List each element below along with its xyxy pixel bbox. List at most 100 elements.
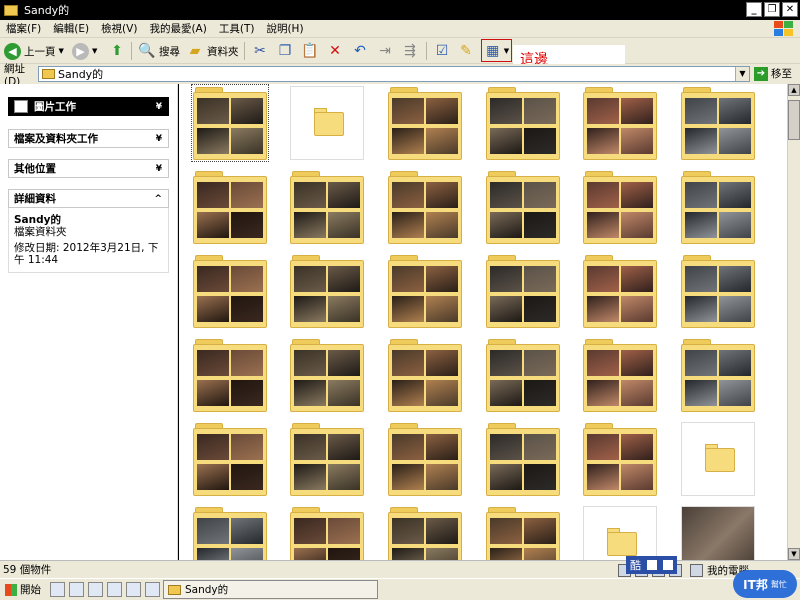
folder-thumbnail[interactable] — [193, 338, 267, 412]
delete-button[interactable]: ✕ — [326, 41, 344, 61]
item-count: 59 個物件 — [3, 564, 52, 576]
folder-thumbnail[interactable] — [290, 170, 364, 244]
copy-button[interactable]: ❐ — [276, 41, 294, 61]
properties-icon: ☑ — [435, 43, 449, 59]
details-header[interactable]: 詳細資料 ^ — [8, 189, 169, 208]
properties-button[interactable]: ☑ — [433, 41, 451, 61]
quicklaunch-app-icon[interactable] — [50, 582, 65, 597]
copy-to-button[interactable]: ⇶ — [401, 41, 419, 61]
menu-file[interactable]: 檔案(F) — [0, 21, 47, 36]
scroll-down-icon[interactable]: ▼ — [788, 548, 800, 560]
folder-thumbnail[interactable] — [388, 506, 462, 560]
menu-favorites[interactable]: 我的最愛(A) — [143, 21, 212, 36]
folder-thumbnail[interactable] — [290, 86, 364, 160]
menu-tools[interactable]: 工具(T) — [213, 21, 261, 36]
move-to-button[interactable]: ⇥ — [376, 41, 394, 61]
folder-thumbnail[interactable] — [583, 506, 657, 560]
ime-toolbar[interactable]: 酷 — [626, 556, 677, 574]
folder-thumbnail[interactable] — [290, 254, 364, 328]
folder-thumbnail[interactable] — [681, 86, 755, 160]
folder-thumbnail[interactable] — [193, 170, 267, 244]
photo-preview-image — [524, 518, 556, 544]
address-input[interactable]: Sandy的 ▼ — [38, 66, 750, 82]
minimize-button[interactable]: _ — [746, 2, 762, 17]
back-button[interactable]: ◀ 上一頁 ▼ — [4, 41, 64, 61]
taskbar-item-sandy[interactable]: Sandy的 — [163, 580, 378, 599]
folder-thumbnail[interactable] — [388, 338, 462, 412]
other-places-title: 其他位置 — [14, 163, 56, 175]
photo-preview-image — [197, 182, 229, 208]
window-title: Sandy的 — [24, 4, 70, 17]
photo-preview-image — [490, 296, 522, 322]
photo-preview-image — [621, 350, 653, 376]
folder-thumbnail[interactable] — [681, 506, 755, 560]
photo-preview-image — [490, 548, 522, 560]
title-bar: Sandy的 _ ❐ ✕ — [0, 0, 800, 20]
folder-thumbnail[interactable] — [388, 170, 462, 244]
quicklaunch-ie-icon[interactable] — [145, 582, 160, 597]
vertical-scrollbar[interactable]: ▲ ▼ — [787, 84, 800, 560]
folder-thumbnail[interactable] — [486, 338, 560, 412]
menu-edit[interactable]: 編輯(E) — [47, 21, 95, 36]
folder-thumbnail[interactable] — [681, 254, 755, 328]
folder-thumbnail[interactable] — [681, 338, 755, 412]
paste-button[interactable]: 📋 — [301, 41, 319, 61]
folder-thumbnail[interactable] — [193, 422, 267, 496]
folder-thumbnail[interactable] — [193, 506, 267, 560]
quicklaunch-media-icon[interactable] — [107, 582, 122, 597]
folder-thumbnail[interactable] — [583, 86, 657, 160]
edit-folder-button[interactable]: ✎ — [457, 41, 475, 61]
folder-thumbnail[interactable] — [290, 506, 364, 560]
folder-thumbnail[interactable] — [290, 422, 364, 496]
folder-thumbnail[interactable] — [486, 506, 560, 560]
folder-thumbnail[interactable] — [486, 86, 560, 160]
folder-thumbnail[interactable] — [681, 170, 755, 244]
restore-button[interactable]: ❐ — [764, 2, 780, 17]
folder-thumbnail[interactable] — [583, 254, 657, 328]
folder-thumbnail[interactable] — [583, 170, 657, 244]
folder-thumbnail[interactable] — [486, 422, 560, 496]
folder-thumbnail[interactable] — [583, 338, 657, 412]
menu-view[interactable]: 檢視(V) — [95, 21, 143, 36]
quicklaunch-desktop-icon[interactable] — [69, 582, 84, 597]
folder-thumbnail[interactable] — [583, 422, 657, 496]
other-places-header[interactable]: 其他位置 ¥ — [8, 159, 169, 178]
quicklaunch-app2-icon[interactable] — [126, 582, 141, 597]
folder-thumbnail[interactable] — [290, 338, 364, 412]
photo-preview-image — [294, 296, 326, 322]
folder-thumbnail[interactable] — [681, 422, 755, 496]
folders-button[interactable]: ▰ 資料夾 — [186, 41, 239, 61]
photo-preview-image — [231, 548, 263, 560]
quicklaunch-messenger-icon[interactable] — [88, 582, 103, 597]
folder-thumbnail[interactable] — [388, 86, 462, 160]
back-label: 上一頁 — [24, 45, 56, 58]
folder-thumbnail[interactable] — [486, 170, 560, 244]
photo-preview-image — [197, 380, 229, 406]
scroll-up-icon[interactable]: ▲ — [788, 84, 800, 96]
search-button[interactable]: 🔍 搜尋 — [138, 41, 180, 61]
photo-preview-image — [328, 434, 360, 460]
views-button[interactable]: ▦ ▼ — [481, 39, 512, 62]
folder-thumbnail[interactable] — [486, 254, 560, 328]
go-button[interactable]: ➔ 移至 — [754, 66, 792, 81]
up-folder-button[interactable]: ⬆ — [108, 41, 126, 61]
menu-help[interactable]: 說明(H) — [260, 21, 309, 36]
start-button[interactable]: 開始 — [0, 580, 46, 600]
details-panel: 詳細資料 ^ Sandy的 檔案資料夾 修改日期: 2012年3月21日, 下午… — [8, 189, 169, 273]
ime-punct-icon[interactable] — [663, 560, 673, 570]
folder-thumbnail[interactable] — [193, 254, 267, 328]
photo-preview-image — [621, 296, 653, 322]
folder-thumbnail[interactable] — [388, 422, 462, 496]
folder-thumbnail[interactable] — [388, 254, 462, 328]
forward-button[interactable]: ▶ ▼ — [72, 41, 97, 61]
close-button[interactable]: ✕ — [782, 2, 798, 17]
scroll-thumb[interactable] — [788, 100, 800, 140]
picture-tasks-header[interactable]: 圖片工作 ¥ — [8, 97, 169, 116]
picture-tasks-panel: 圖片工作 ¥ — [8, 97, 169, 116]
ime-mode-icon[interactable] — [647, 560, 657, 570]
file-folder-tasks-header[interactable]: 檔案及資料夾工作 ¥ — [8, 129, 169, 148]
cut-button[interactable]: ✂ — [251, 41, 269, 61]
undo-button[interactable]: ↶ — [351, 41, 369, 61]
folder-thumbnail[interactable] — [191, 84, 269, 162]
address-dropdown-icon[interactable]: ▼ — [735, 67, 749, 81]
